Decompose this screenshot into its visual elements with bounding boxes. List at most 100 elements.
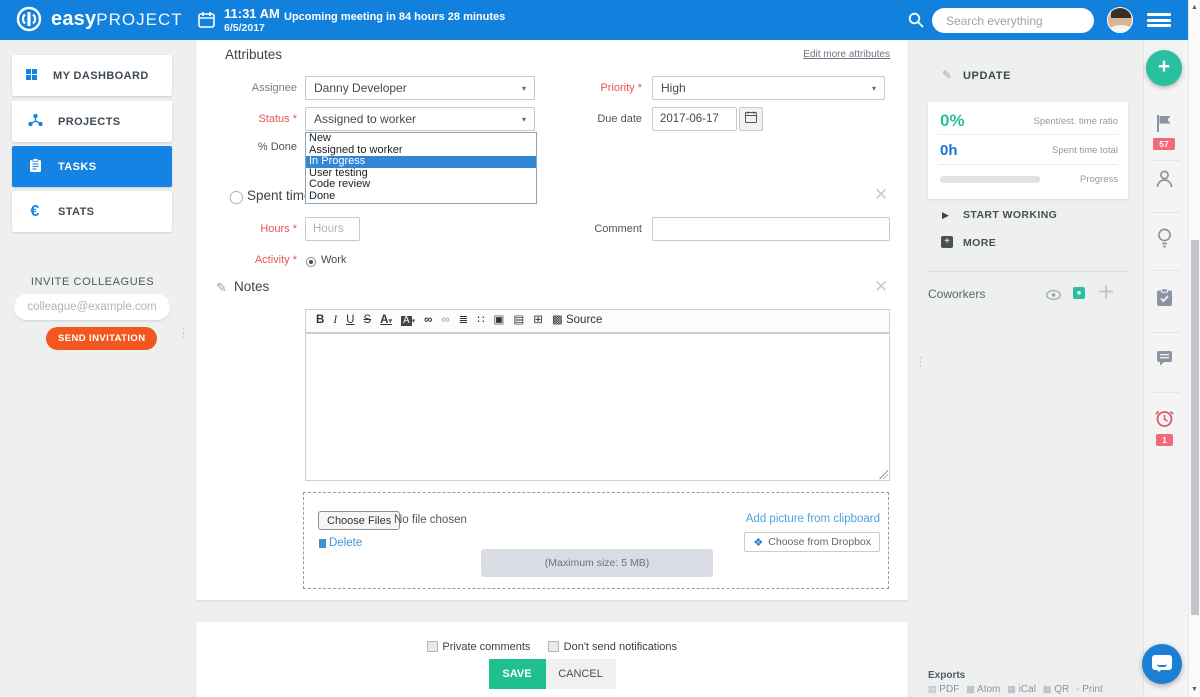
due-date-input[interactable] (652, 107, 737, 131)
paste-icon[interactable]: ▤ (513, 315, 524, 327)
sidebar-drag-handle[interactable]: ⋮ (178, 331, 189, 336)
user-avatar[interactable] (1107, 7, 1133, 33)
spent-time-close-icon[interactable]: ✕ (874, 188, 888, 202)
export-label: Atom (977, 684, 1000, 695)
underline-icon[interactable]: U (346, 315, 354, 327)
export-qr-link[interactable]: ▩ QR (1043, 684, 1069, 695)
search-icon[interactable] (908, 12, 924, 28)
clock-date: 6/5/2017 (224, 22, 265, 34)
invite-email-input[interactable] (14, 294, 170, 320)
sidebar-item-label: STATS (58, 206, 94, 218)
projects-hierarchy-icon (26, 113, 44, 130)
window-scrollbar[interactable]: ▲ ▼ (1188, 0, 1200, 697)
sidebar-item-projects[interactable]: PROJECTS (12, 101, 172, 142)
comment-input[interactable] (652, 217, 890, 241)
person-icon[interactable] (1156, 170, 1173, 188)
spent-ratio-label: Spent/est. time ratio (1034, 116, 1118, 127)
spent-ratio-value: 0% (940, 111, 965, 131)
meeting-notice[interactable]: Upcoming meeting in 84 hours 28 minutes (284, 11, 505, 23)
support-chat-bubble-button[interactable] (1142, 644, 1182, 684)
due-date-calendar-button[interactable] (739, 107, 763, 131)
qr-icon: ▩ (1043, 684, 1052, 694)
export-print-link[interactable]: ▫ Print (1076, 684, 1103, 695)
attachment-upload-area: Choose Files No file chosen Add picture … (303, 492, 889, 589)
due-date-label: Due date (552, 113, 642, 125)
unlink-icon[interactable]: ∞ (441, 315, 449, 327)
sidebar-item-my-dashboard[interactable]: MY DASHBOARD (12, 55, 172, 96)
brand-logo[interactable]: easyPROJECT (16, 6, 183, 32)
eye-icon[interactable] (1046, 290, 1061, 300)
delete-attachment-link[interactable]: Delete (319, 537, 362, 549)
priority-value: High (661, 81, 686, 95)
status-option-code-review[interactable]: Code review (306, 179, 536, 191)
notes-section-title: Notes (234, 279, 269, 294)
coworkers-title: Coworkers (928, 287, 985, 301)
export-label: Print (1082, 684, 1103, 695)
scrollbar-thumb[interactable] (1191, 240, 1199, 615)
export-ical-link[interactable]: ▦ iCal (1007, 684, 1036, 695)
assignee-select[interactable]: Danny Developer ▾ (305, 76, 535, 100)
add-picture-from-clipboard-link[interactable]: Add picture from clipboard (746, 513, 880, 525)
flag-icon[interactable] (1156, 114, 1173, 133)
numbered-list-icon[interactable]: ≣ (459, 315, 469, 327)
export-pdf-link[interactable]: ▤ PDF (928, 684, 959, 695)
notes-close-icon[interactable]: ✕ (874, 280, 888, 294)
link-icon[interactable]: ∞ (424, 315, 432, 327)
choose-files-button[interactable]: Choose Files (318, 511, 400, 530)
sidebar-item-stats[interactable]: € STATS (12, 191, 172, 232)
sidebar-item-label: TASKS (58, 161, 96, 173)
invite-colleagues-title: INVITE COLLEAGUES (0, 276, 185, 288)
activity-work-radio[interactable] (306, 257, 316, 267)
edit-more-attributes-link[interactable]: Edit more attributes (803, 49, 890, 60)
priority-select[interactable]: High ▾ (652, 76, 885, 100)
start-working-button[interactable]: START WORKING (963, 209, 1057, 221)
document-icon: ▤ (928, 684, 937, 694)
status-select[interactable]: Assigned to worker ▾ (305, 107, 535, 131)
easy-project-app: easyPROJECT 11:31 AM 6/5/2017 Upcoming m… (0, 0, 1200, 697)
calendar-icon: ▦ (1007, 684, 1016, 694)
update-panel-title[interactable]: UPDATE (963, 70, 1011, 82)
search-input[interactable] (932, 8, 1094, 33)
more-plus-icon: + (941, 236, 953, 248)
percent-done-label: % Done (207, 141, 297, 153)
chevron-down-icon: ▾ (522, 115, 526, 124)
more-button[interactable]: MORE (963, 237, 996, 249)
dont-send-notifications-checkbox[interactable] (548, 641, 559, 652)
divider (928, 271, 1128, 272)
text-color-icon[interactable]: A▾ (380, 315, 392, 327)
resize-handle[interactable] (879, 470, 888, 479)
insert-table-icon[interactable]: ⊞ (533, 315, 543, 327)
send-invitation-button[interactable]: SEND INVITATION (46, 327, 157, 350)
export-atom-link[interactable]: ▩ Atom (966, 684, 1000, 695)
italic-icon[interactable]: I (333, 315, 337, 327)
bold-icon[interactable]: B (316, 315, 324, 327)
background-color-icon[interactable]: A▾ (401, 315, 415, 327)
lightbulb-icon[interactable] (1157, 228, 1172, 249)
menu-icon[interactable] (1147, 13, 1171, 27)
private-comments-label: Private comments (442, 641, 530, 653)
choose-from-dropbox-button[interactable]: ❖ Choose from Dropbox (744, 532, 880, 552)
status-option-done[interactable]: Done (306, 191, 536, 203)
add-new-fab-button[interactable]: + (1146, 50, 1182, 86)
alarm-clock-icon[interactable] (1155, 408, 1174, 428)
notes-editor-textarea[interactable] (305, 333, 890, 481)
coworker-status-icon[interactable]: ● (1073, 287, 1085, 299)
status-option-new[interactable]: New (306, 133, 536, 145)
hours-input[interactable] (305, 217, 360, 241)
private-comments-checkbox[interactable] (427, 641, 438, 652)
chat-icon[interactable] (1156, 350, 1173, 366)
task-edit-form: Attributes Edit more attributes Assignee… (196, 40, 908, 600)
scroll-down-arrow[interactable]: ▼ (1191, 686, 1198, 693)
bullet-list-icon[interactable]: ∷ (477, 315, 484, 327)
sidebar-item-tasks[interactable]: TASKS (12, 146, 172, 187)
save-button[interactable]: SAVE (489, 659, 546, 689)
strikethrough-icon[interactable]: S (363, 315, 371, 327)
cancel-button[interactable]: CANCEL (546, 659, 616, 689)
add-coworker-button[interactable]: + (1098, 276, 1114, 308)
panel-drag-handle[interactable]: ⋮ (915, 360, 926, 365)
clipboard-check-icon[interactable] (1156, 288, 1173, 307)
dropbox-label: Choose from Dropbox (768, 536, 871, 548)
insert-image-icon[interactable]: ▣ (494, 315, 505, 327)
scroll-up-arrow[interactable]: ▲ (1191, 4, 1198, 11)
source-button[interactable]: ▩ Source (552, 315, 603, 327)
